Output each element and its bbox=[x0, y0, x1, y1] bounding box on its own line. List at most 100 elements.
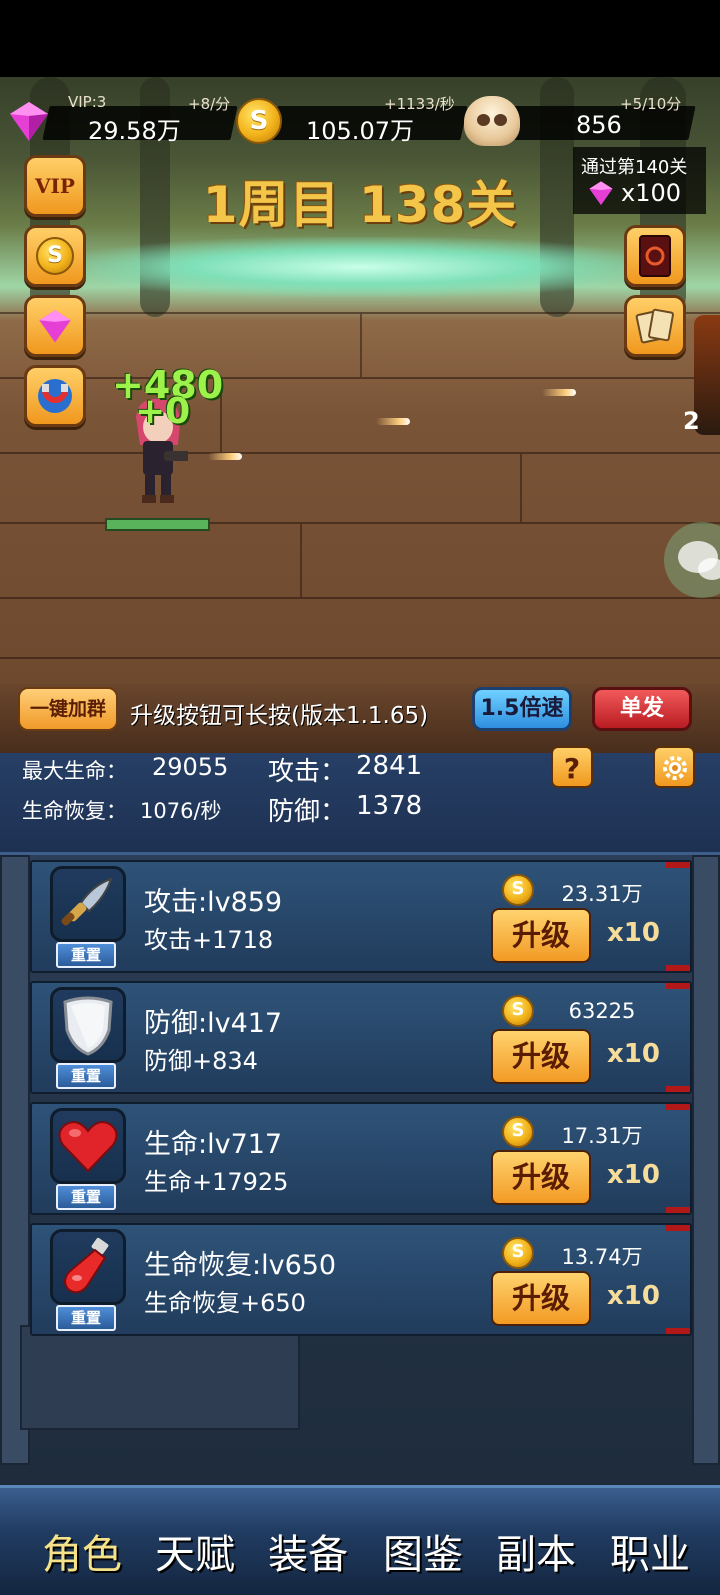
vip-button[interactable]: VIP bbox=[24, 155, 86, 217]
vip-label: VIP bbox=[35, 174, 75, 198]
bullet bbox=[542, 389, 576, 396]
upgrade-button[interactable]: 升级 bbox=[491, 1029, 591, 1084]
upgrade-icon-box bbox=[50, 1108, 126, 1184]
upgrade-name: 攻击:lv859 bbox=[144, 887, 283, 918]
tab-class[interactable]: 职业 bbox=[610, 1522, 690, 1580]
damage-number: +0 bbox=[135, 391, 191, 432]
speed-button[interactable]: 1.5倍速 bbox=[472, 687, 572, 731]
upgrade-button[interactable]: 升级 bbox=[491, 908, 591, 963]
gem-icon bbox=[589, 181, 613, 206]
coin-icon: S bbox=[502, 874, 534, 906]
longpress-tip: 升级按钮可长按(版本1.1.65) bbox=[130, 703, 429, 729]
card-corner bbox=[666, 965, 690, 971]
frame-pipe bbox=[692, 855, 720, 1465]
gem-icon bbox=[39, 310, 71, 343]
upgrade-card-hp: 重置 生命:lv717 生命+17925 S 17.31万 升级 x10 bbox=[30, 1102, 692, 1215]
multiplier-toggle[interactable]: x10 bbox=[607, 1160, 660, 1190]
max-hp-label: 最大生命： bbox=[22, 759, 127, 783]
upgrade-icon-box bbox=[50, 866, 126, 942]
bullet bbox=[376, 418, 410, 425]
tab-codex[interactable]: 图鉴 bbox=[383, 1522, 463, 1580]
coin-glyph: S bbox=[511, 878, 525, 899]
upgrade-name: 生命:lv717 bbox=[144, 1129, 283, 1160]
card-corner bbox=[666, 1104, 690, 1110]
upgrade-list[interactable]: 重置 攻击:lv859 攻击+1718 S 23.31万 升级 x10 重置 防… bbox=[0, 855, 720, 1485]
reward-amount: x100 bbox=[621, 179, 682, 207]
card-corner bbox=[666, 1086, 690, 1092]
reset-button[interactable]: 重置 bbox=[56, 1063, 116, 1089]
card-corner bbox=[666, 1207, 690, 1213]
coin-shop-button[interactable]: S bbox=[24, 225, 86, 287]
shield-icon bbox=[63, 996, 113, 1056]
defense-value: 1378 bbox=[356, 791, 423, 821]
join-group-button[interactable]: 一键加群 bbox=[18, 687, 118, 731]
enemy-counter: 2 bbox=[683, 407, 700, 435]
skull-value: 856 bbox=[576, 111, 622, 139]
defense-label: 防御： bbox=[268, 797, 347, 827]
reset-button[interactable]: 重置 bbox=[56, 1305, 116, 1331]
upgrade-button[interactable]: 升级 bbox=[491, 1271, 591, 1326]
multiplier-toggle[interactable]: x10 bbox=[607, 918, 660, 948]
hero-hp-bar bbox=[105, 518, 210, 531]
coin-glyph: S bbox=[511, 1241, 525, 1262]
upgrade-card-attack: 重置 攻击:lv859 攻击+1718 S 23.31万 升级 x10 bbox=[30, 860, 692, 973]
gem-shop-button[interactable] bbox=[24, 295, 86, 357]
upgrade-cost: 17.31万 bbox=[561, 1124, 643, 1148]
upgrade-desc: 生命恢复+650 bbox=[144, 1289, 306, 1317]
floor-line bbox=[0, 452, 720, 454]
card-icon bbox=[639, 235, 671, 277]
reset-button[interactable]: 重置 bbox=[56, 1184, 116, 1210]
upgrade-desc: 生命+17925 bbox=[144, 1168, 289, 1196]
upgrade-button[interactable]: 升级 bbox=[491, 1150, 591, 1205]
card-corner bbox=[666, 1328, 690, 1334]
coin-icon: S bbox=[36, 237, 74, 275]
gem-rate: +8/分 bbox=[188, 95, 231, 113]
attack-label: 攻击： bbox=[268, 757, 347, 787]
tab-character[interactable]: 角色 bbox=[42, 1522, 122, 1580]
frame-panel bbox=[20, 1325, 300, 1430]
magnet-icon bbox=[38, 379, 72, 413]
regen-value: 1076/秒 bbox=[140, 799, 222, 823]
multiplier-toggle[interactable]: x10 bbox=[607, 1281, 660, 1311]
coin-icon: S bbox=[502, 1116, 534, 1148]
chat-icon[interactable] bbox=[660, 519, 720, 601]
card-corner bbox=[666, 1225, 690, 1231]
coin-resource: S +1133/秒 105.07万 bbox=[236, 95, 468, 145]
gem-icon bbox=[10, 102, 48, 141]
potion-icon bbox=[64, 1237, 109, 1294]
card-corner bbox=[666, 862, 690, 868]
gem-value: 29.58万 bbox=[88, 117, 181, 145]
attack-value: 2841 bbox=[356, 751, 423, 781]
reward-text: 通过第140关 bbox=[581, 157, 688, 178]
upgrade-desc: 攻击+1718 bbox=[144, 926, 274, 954]
skull-rate: +5/10分 bbox=[620, 95, 682, 113]
bottom-tab-bar: 角色 天赋 装备 图鉴 副本 职业 bbox=[0, 1485, 720, 1595]
upgrade-name: 生命恢复:lv650 bbox=[144, 1250, 337, 1281]
stats-panel: 最大生命： 29055 攻击： 2841 生命恢复： 1076/秒 防御： 13… bbox=[0, 746, 720, 855]
upgrade-name: 防御:lv417 bbox=[144, 1008, 283, 1039]
card-deck-button[interactable] bbox=[624, 225, 686, 287]
coin-icon: S bbox=[502, 995, 534, 1027]
coin-glyph: S bbox=[47, 243, 63, 268]
magnet-button[interactable] bbox=[24, 365, 86, 427]
upgrade-icon-box bbox=[50, 987, 126, 1063]
upgrade-card-regen: 重置 生命恢复:lv650 生命恢复+650 S 13.74万 升级 x10 bbox=[30, 1223, 692, 1336]
tab-dungeon[interactable]: 副本 bbox=[496, 1522, 576, 1580]
multiplier-toggle[interactable]: x10 bbox=[607, 1039, 660, 1069]
settings-button[interactable] bbox=[653, 746, 695, 788]
bullet bbox=[208, 453, 242, 460]
tab-talent[interactable]: 天赋 bbox=[155, 1522, 235, 1580]
gem-resource: VIP:3 +8/分 29.58万 bbox=[6, 93, 238, 145]
floor-seam bbox=[300, 524, 302, 597]
coin-glyph: S bbox=[511, 1120, 525, 1141]
heart-icon bbox=[58, 1121, 118, 1173]
upgrade-desc: 防御+834 bbox=[144, 1047, 258, 1075]
dagger-icon bbox=[61, 877, 113, 926]
tab-equipment[interactable]: 装备 bbox=[268, 1522, 348, 1580]
reset-button[interactable]: 重置 bbox=[56, 942, 116, 968]
help-button[interactable]: ? bbox=[551, 746, 593, 788]
skull-resource: +5/10分 856 bbox=[464, 95, 696, 146]
cards-button[interactable] bbox=[624, 295, 686, 357]
coin-glyph: S bbox=[511, 999, 525, 1020]
fire-mode-button[interactable]: 单发 bbox=[592, 687, 692, 731]
